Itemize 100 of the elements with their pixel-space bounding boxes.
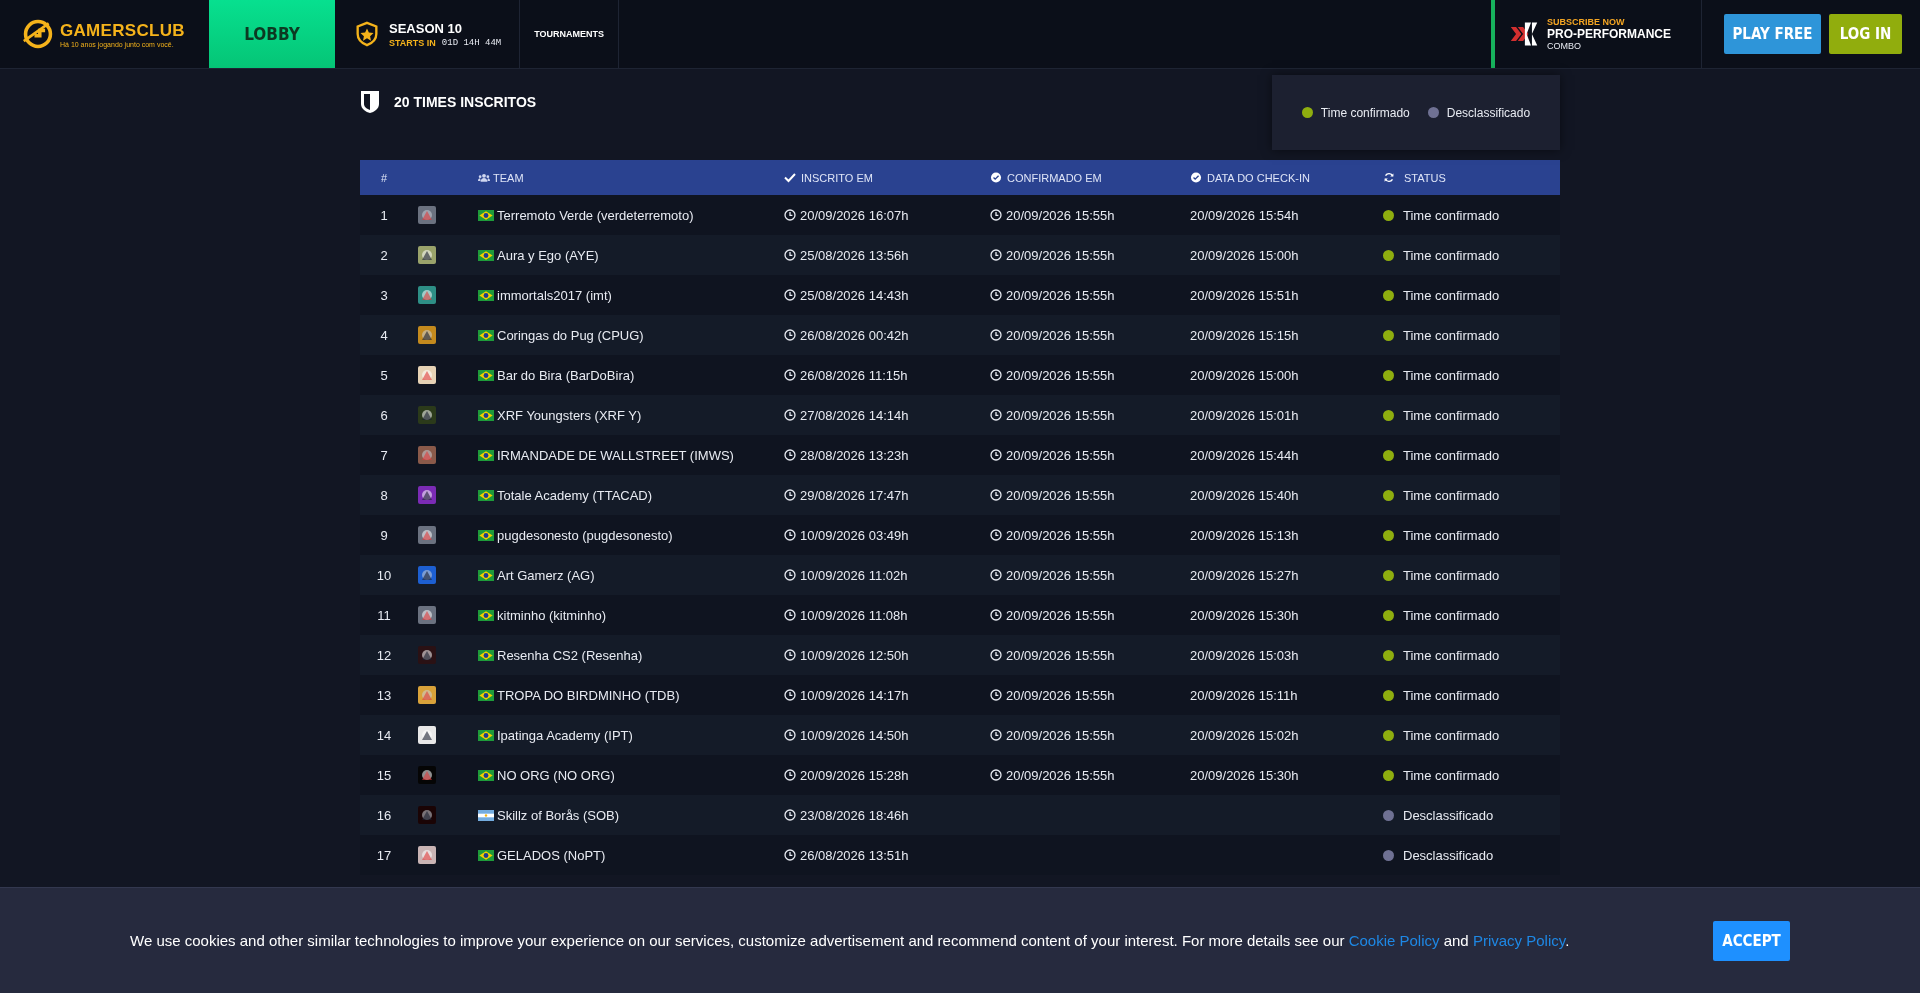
table-cell: 29/08/2026 17:47h	[800, 487, 909, 503]
table-cell: 20/09/2026 15:55h	[1006, 767, 1115, 783]
status-label: Time confirmado	[1403, 767, 1500, 783]
brazil-flag-icon	[478, 529, 494, 541]
status-label: Time confirmado	[1403, 407, 1500, 423]
lobby-tab[interactable]: LOBBY	[209, 0, 335, 68]
table-cell: 25/08/2026 13:56h	[800, 247, 909, 263]
tournaments-link[interactable]: TOURNAMENTS	[520, 0, 620, 68]
table-cell: 20/09/2026 15:55h	[1006, 407, 1115, 423]
table-cell: 20/09/2026 15:51h	[1190, 287, 1299, 303]
clock-icon	[990, 489, 1002, 501]
table-cell-text: 12	[375, 647, 393, 663]
refresh-icon	[1383, 172, 1395, 183]
table-cell: 20/09/2026 15:28h	[800, 767, 909, 783]
check-icon	[784, 172, 796, 183]
status-label: Time confirmado	[1403, 247, 1500, 263]
team-name[interactable]: kitminho (kitminho)	[497, 607, 607, 623]
team-name[interactable]: Aura y Ego (AYE)	[497, 247, 599, 263]
cookie-notice: We use cookies and other similar technologies to improve your experience on our services, customize advertisement and recommend content of your interest. For more details see our Cookie Policy and Privacy Policy.	[130, 932, 1571, 949]
brazil-flag-icon	[478, 849, 494, 861]
clock-icon	[990, 689, 1002, 701]
clock-icon	[784, 729, 796, 741]
status-label: Time confirmado	[1403, 567, 1500, 583]
table-cell-text: 8	[379, 487, 389, 503]
team-name[interactable]: XRF Youngsters (XRF Y)	[497, 407, 642, 423]
team-name[interactable]: pugdesonesto (pugdesonesto)	[497, 527, 673, 543]
clock-icon	[990, 249, 1002, 261]
table-cell-text: 11	[376, 607, 392, 623]
clock-icon	[784, 569, 796, 581]
table-cell: 10/09/2026 03:49h	[800, 527, 909, 543]
brazil-flag-icon	[478, 249, 494, 261]
team-name[interactable]: Coringas do Pug (CPUG)	[497, 327, 644, 343]
table-cell: 20/09/2026 15:55h	[1006, 687, 1115, 703]
table-cell: 20/09/2026 15:02h	[1190, 727, 1299, 743]
column-header: CONFIRMADO EM	[1007, 171, 1102, 184]
table-cell-text: 3	[379, 287, 389, 303]
clock-icon	[990, 609, 1002, 621]
table-cell: 10/09/2026 14:17h	[800, 687, 909, 703]
table-cell: 20/09/2026 15:40h	[1190, 487, 1299, 503]
users-icon	[478, 172, 490, 183]
team-name[interactable]: Resenha CS2 (Resenha)	[497, 647, 643, 663]
status-label: Desclassificado	[1403, 807, 1494, 823]
table-cell-text: 9	[379, 527, 389, 543]
status-label: Time confirmado	[1403, 327, 1500, 343]
table-cell-text: 14	[375, 727, 393, 743]
team-name[interactable]: IRMANDADE DE WALLSTREET (IMWS)	[497, 447, 734, 463]
logo-icon	[22, 18, 54, 50]
table-cell: 20/09/2026 15:55h	[1006, 727, 1115, 743]
team-name[interactable]: TROPA DO BIRDMINHO (TDB)	[497, 687, 680, 703]
status-label: Time confirmado	[1403, 647, 1500, 663]
clock-icon	[784, 769, 796, 781]
table-cell-text: 6	[379, 407, 389, 423]
team-name[interactable]: NO ORG (NO ORG)	[497, 767, 615, 783]
clock-icon	[990, 209, 1002, 221]
table-cell: 20/09/2026 15:55h	[1006, 647, 1115, 663]
table-cell-text: 5	[379, 367, 389, 383]
season-title: SEASON 10	[389, 20, 463, 36]
table-cell: 20/09/2026 15:55h	[1006, 287, 1115, 303]
status-label: Time confirmado	[1403, 607, 1500, 623]
team-name[interactable]: immortals2017 (imt)	[497, 287, 612, 303]
clock-icon	[784, 329, 796, 341]
starts-label: STARTS IN	[389, 37, 436, 48]
team-name[interactable]: Totale Academy (TTACAD)	[497, 487, 653, 503]
table-cell: 20/09/2026 15:54h	[1190, 207, 1299, 223]
clock-icon	[784, 449, 796, 461]
table-cell: 20/09/2026 15:15h	[1190, 327, 1299, 343]
team-name[interactable]: Skillz of Borås (SOB)	[497, 807, 620, 823]
table-cell: 28/08/2026 13:23h	[800, 447, 909, 463]
cookie-policy-link[interactable]: Cookie Policy	[1348, 932, 1440, 949]
column-header: INSCRITO EM	[801, 171, 873, 184]
table-cell: 10/09/2026 11:08h	[800, 607, 908, 623]
team-name[interactable]: Art Gamerz (AG)	[497, 567, 595, 583]
brazil-flag-icon	[478, 769, 494, 781]
clock-icon	[990, 289, 1002, 301]
table-cell: 20/09/2026 15:55h	[1006, 447, 1115, 463]
table-cell: 20/09/2026 15:00h	[1190, 247, 1299, 263]
team-name[interactable]: Ipatinga Academy (IPT)	[497, 727, 633, 743]
table-cell: 25/08/2026 14:43h	[800, 287, 909, 303]
table-cell: 20/09/2026 15:55h	[1006, 367, 1115, 383]
clock-icon	[784, 689, 796, 701]
team-name[interactable]: GELADOS (NoPT)	[497, 847, 606, 863]
status-label: Time confirmado	[1403, 687, 1500, 703]
clock-icon	[990, 569, 1002, 581]
team-name[interactable]: Bar do Bira (BarDoBira)	[497, 367, 635, 383]
table-cell-text: 2	[379, 247, 389, 263]
clock-icon	[990, 409, 1002, 421]
clock-icon	[784, 609, 796, 621]
team-name[interactable]: Terremoto Verde (verdeterremoto)	[497, 207, 694, 223]
table-cell-text: 17	[375, 847, 393, 863]
table-cell: 26/08/2026 00:42h	[800, 327, 909, 343]
clock-icon	[784, 289, 796, 301]
privacy-policy-link[interactable]: Privacy Policy	[1472, 932, 1566, 949]
table-cell-text: 16	[375, 807, 393, 823]
check-circle-icon	[1190, 172, 1202, 183]
section-title: 20 TIMES INSCRITOS	[394, 94, 537, 110]
table-cell: 20/09/2026 15:01h	[1190, 407, 1299, 423]
table-cell: 26/08/2026 11:15h	[800, 367, 908, 383]
clock-icon	[784, 489, 796, 501]
status-label: Time confirmado	[1403, 487, 1500, 503]
promo-subtitle: COMBO	[1547, 41, 1582, 51]
